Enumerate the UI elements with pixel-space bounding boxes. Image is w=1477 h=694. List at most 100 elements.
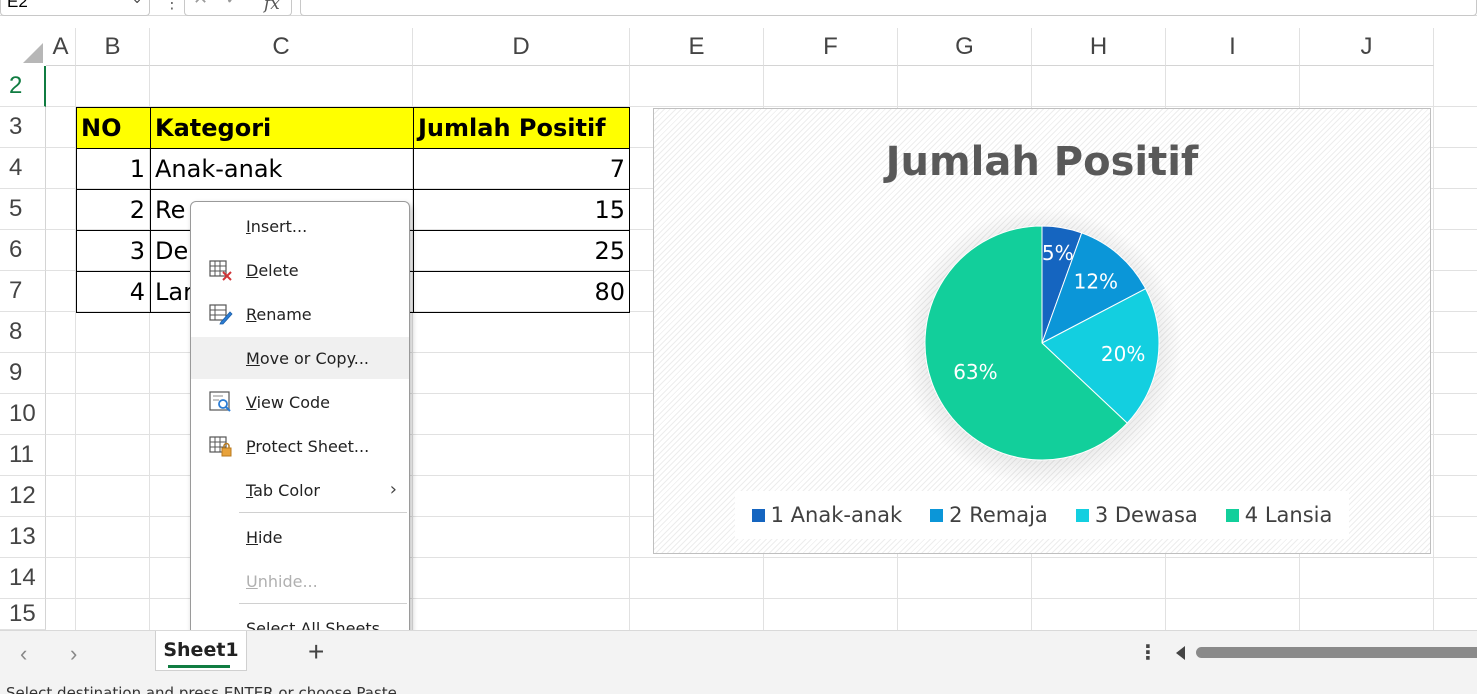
menu-separator: [239, 512, 407, 513]
pie-data-label[interactable]: 63%: [953, 360, 997, 384]
menu-label-rest: nhide...: [257, 571, 318, 591]
menu-accelerator-key: U: [246, 571, 258, 591]
row-header-8[interactable]: 8: [0, 312, 46, 353]
sheet-tab-label: Sheet1: [163, 639, 239, 661]
menu-item-rename[interactable]: Rename: [191, 293, 409, 335]
menu-item-delete[interactable]: Delete: [191, 249, 409, 291]
table-border-line: [413, 107, 414, 313]
scroll-left-icon[interactable]: [1176, 646, 1185, 660]
row-header-3[interactable]: 3: [0, 107, 46, 148]
formula-bar-separator: ⋮: [164, 0, 180, 12]
row-header-9[interactable]: 9: [0, 353, 46, 394]
more-options-icon[interactable]: ⋮: [1138, 640, 1158, 665]
legend-label: 2 Remaja: [949, 503, 1048, 527]
pie-data-label[interactable]: 5%: [1042, 241, 1074, 265]
enter-icon[interactable]: ✓: [225, 0, 240, 8]
menu-separator: [239, 603, 407, 604]
menu-item-label: Protect Sheet...: [246, 437, 369, 456]
row-header-10[interactable]: 10: [0, 394, 46, 435]
row-header-7[interactable]: 7: [0, 271, 46, 312]
row-header-13[interactable]: 13: [0, 517, 46, 558]
chevron-down-icon[interactable]: ⌄: [131, 0, 143, 6]
legend-item[interactable]: 3 Dewasa: [1075, 503, 1198, 527]
column-header-d[interactable]: D: [413, 28, 630, 66]
legend-label: 3 Dewasa: [1094, 503, 1198, 527]
column-header-g[interactable]: G: [898, 28, 1032, 66]
legend-item[interactable]: 2 Remaja: [930, 503, 1048, 527]
status-message: Select destination and press ENTER or ch…: [6, 684, 397, 694]
menu-item-label: Tab Color: [246, 481, 320, 500]
name-box-value: E2: [7, 0, 28, 11]
row-header-11[interactable]: 11: [0, 435, 46, 476]
chart-legend[interactable]: 1 Anak-anak 2 Remaja 3 Dewasa 4 Lansia: [735, 491, 1349, 539]
select-all-corner[interactable]: [0, 28, 46, 66]
gridline: [1433, 66, 1434, 630]
legend-label: 1 Anak-anak: [770, 503, 903, 527]
column-header-i[interactable]: I: [1166, 28, 1300, 66]
menu-accelerator-key: R: [246, 304, 257, 324]
menu-label-rest: rotect Sheet...: [255, 436, 370, 456]
horizontal-scrollbar-thumb[interactable]: [1196, 647, 1477, 658]
menu-item-label: Delete: [246, 261, 299, 280]
menu-accelerator-key: M: [246, 348, 260, 368]
chevron-right-icon: ›: [389, 479, 397, 500]
cancel-icon[interactable]: ✕: [193, 0, 208, 8]
row-header-15[interactable]: 15: [0, 599, 46, 630]
table-border-line: [76, 148, 630, 149]
menu-item-unhide: Unhide...: [191, 560, 409, 602]
menu-accelerator-key: H: [246, 527, 259, 547]
legend-label: 4 Lansia: [1244, 503, 1333, 527]
insert-function-icon[interactable]: fx: [264, 0, 280, 14]
menu-label-rest: nsert...: [250, 216, 308, 236]
menu-item-label: Move or Copy...: [246, 349, 369, 368]
legend-swatch: [751, 508, 765, 522]
legend-item[interactable]: 1 Anak-anak: [751, 503, 903, 527]
select-all-triangle: [23, 43, 43, 63]
previous-sheet-icon[interactable]: ‹: [20, 641, 27, 667]
row-header-4[interactable]: 4: [0, 148, 46, 189]
legend-swatch: [930, 508, 944, 522]
menu-item-insert[interactable]: Insert...: [191, 205, 409, 247]
column-header-f[interactable]: F: [764, 28, 898, 66]
column-header-e[interactable]: E: [630, 28, 764, 66]
menu-item-label: Unhide...: [246, 572, 318, 591]
menu-item-hide[interactable]: Hide: [191, 516, 409, 558]
menu-item-view-code[interactable]: View Code: [191, 381, 409, 423]
next-sheet-icon[interactable]: ›: [70, 641, 77, 667]
row-header-12[interactable]: 12: [0, 476, 46, 517]
menu-item-protect-sheet[interactable]: Protect Sheet...: [191, 425, 409, 467]
column-header-c[interactable]: C: [150, 28, 413, 66]
menu-item-move-or-copy[interactable]: Move or Copy...: [191, 337, 409, 379]
legend-item[interactable]: 4 Lansia: [1225, 503, 1333, 527]
legend-swatch: [1075, 508, 1089, 522]
formula-bar: E2 ⌄ ⋮ ✕ ✓ fx: [0, 0, 1477, 16]
row-header-5[interactable]: 5: [0, 189, 46, 230]
menu-item-label: Insert...: [246, 217, 307, 236]
column-header-h[interactable]: H: [1032, 28, 1166, 66]
menu-item-label: Hide: [246, 528, 282, 547]
menu-item-tab-color[interactable]: Tab Color ›: [191, 469, 409, 511]
add-sheet-button[interactable]: +: [308, 636, 324, 668]
pie-chart[interactable]: Jumlah Positif 5% 12% 20% 63% 1 Anak-anak 2 …: [653, 108, 1431, 554]
name-box[interactable]: E2 ⌄: [0, 0, 150, 16]
pie-chart-plot[interactable]: 5%12% 20% 63%: [654, 109, 1432, 555]
column-header-j[interactable]: J: [1300, 28, 1434, 66]
column-header-a[interactable]: A: [46, 28, 76, 66]
pie-data-label[interactable]: 12%: [1074, 269, 1118, 293]
menu-label-rest: ename: [256, 304, 312, 324]
row-header-6[interactable]: 6: [0, 230, 46, 271]
protect-sheet-icon: [209, 435, 233, 457]
rename-sheet-icon: [209, 303, 233, 325]
delete-sheet-icon: [209, 259, 233, 281]
menu-item-label: View Code: [246, 393, 330, 412]
menu-label-rest: elete: [258, 260, 299, 280]
table-border-line: [150, 107, 151, 313]
menu-label-rest: iew Code: [256, 392, 331, 412]
row-header-2[interactable]: 2: [0, 66, 46, 107]
legend-swatch: [1225, 508, 1239, 522]
row-header-14[interactable]: 14: [0, 558, 46, 599]
column-header-b[interactable]: B: [76, 28, 150, 66]
view-code-icon: [209, 391, 233, 413]
formula-input[interactable]: [300, 0, 1477, 16]
pie-data-label[interactable]: 20%: [1101, 342, 1145, 366]
